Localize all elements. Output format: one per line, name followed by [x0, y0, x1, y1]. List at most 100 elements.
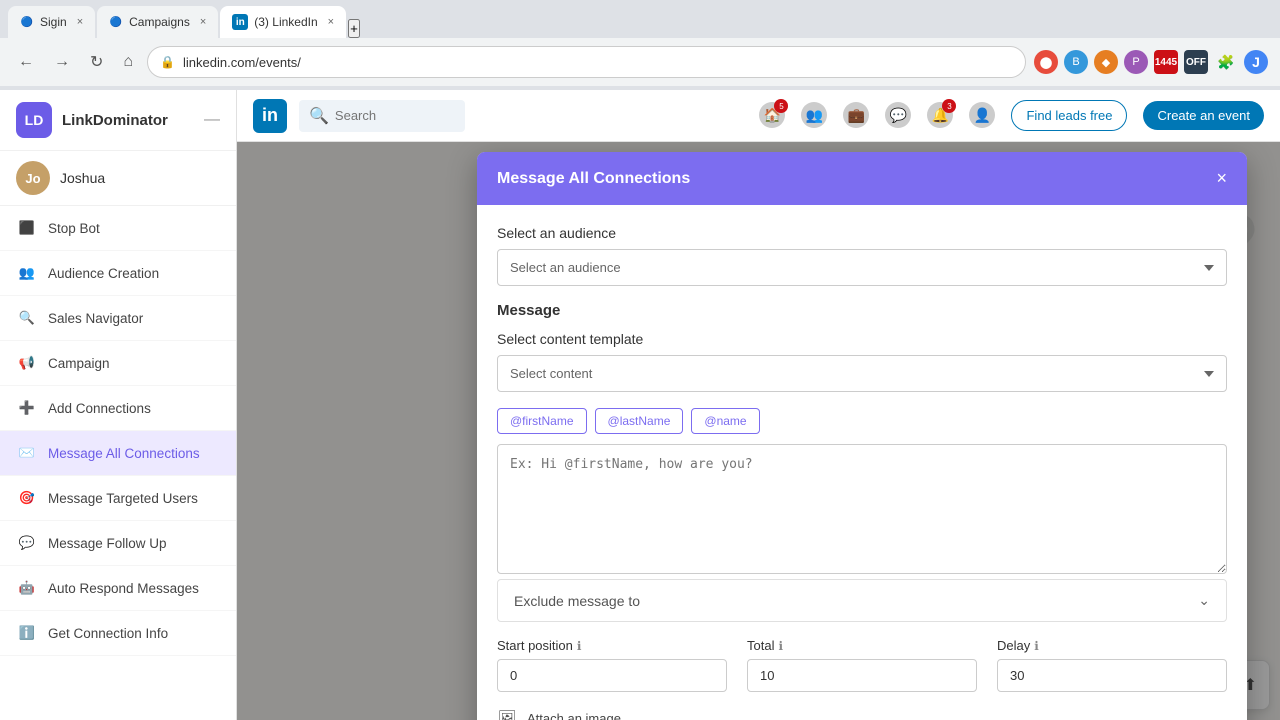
sidebar-item-sales-navigator[interactable]: 🔍 Sales Navigator: [0, 296, 236, 341]
audience-creation-icon: 👥: [16, 262, 38, 284]
sidebar-item-add-connections[interactable]: ➕ Add Connections: [0, 386, 236, 431]
li-nav-icon-profile[interactable]: 👤: [969, 102, 995, 129]
attach-section: 🖼 Attach an image 📄 Attach a file: [497, 708, 1227, 720]
stop-bot-icon: ⬛: [16, 217, 38, 239]
linkedin-nav-icons: 🏠 5 👥 💼 💬: [759, 100, 1264, 131]
auto-respond-messages-icon: 🤖: [16, 577, 38, 599]
message-section: Message Select content template Select c…: [497, 302, 1227, 392]
refresh-button[interactable]: ↻: [84, 48, 109, 76]
tab-label-sigin: Sigin: [40, 15, 67, 29]
get-connection-info-icon: ℹ️: [16, 622, 38, 644]
sidebar-item-get-connection-info[interactable]: ℹ️ Get Connection Info: [0, 611, 236, 656]
sidebar-item-auto-respond-messages[interactable]: 🤖 Auto Respond Messages: [0, 566, 236, 611]
sidebar-item-campaign[interactable]: 📢 Campaign: [0, 341, 236, 386]
sales-navigator-icon: 🔍: [16, 307, 38, 329]
sidebar-item-sales-navigator-label: Sales Navigator: [48, 311, 143, 326]
ext-icon-6[interactable]: OFF: [1184, 50, 1208, 74]
modal-close-button[interactable]: ×: [1216, 168, 1227, 189]
sidebar-item-message-all-connections[interactable]: ✉️ Message All Connections: [0, 431, 236, 476]
tag-buttons-container: @firstName @lastName @name: [497, 408, 1227, 434]
exclude-section[interactable]: Exclude message to ⌄: [497, 579, 1227, 622]
li-nav-icon-people[interactable]: 👥: [801, 102, 827, 129]
search-input[interactable]: [335, 108, 455, 123]
sidebar: LD LinkDominator — Jo Joshua ⬛ Stop Bot …: [0, 90, 237, 720]
modal-title: Message All Connections: [497, 170, 690, 188]
tab-favicon-campaigns: 🔵: [109, 15, 123, 29]
message-textarea[interactable]: [497, 444, 1227, 574]
browser-toolbar: ← → ↻ ⌂ 🔒 ⬤ B ◆ P 1445 OFF 🧩 J: [0, 38, 1280, 86]
find-leads-button[interactable]: Find leads free: [1011, 100, 1127, 131]
ext-icon-5[interactable]: 1445: [1154, 50, 1178, 74]
sidebar-logo: LD: [16, 102, 52, 138]
total-field: Total ℹ: [747, 638, 977, 692]
sidebar-item-message-all-connections-label: Message All Connections: [48, 446, 200, 461]
browser-tabs: 🔵 Sigin × 🔵 Campaigns × in (3) LinkedIn …: [0, 0, 1280, 38]
tab-close-sigin[interactable]: ×: [77, 16, 83, 28]
forward-button[interactable]: →: [48, 49, 76, 75]
modal-header: Message All Connections ×: [477, 152, 1247, 205]
sidebar-item-auto-respond-messages-label: Auto Respond Messages: [48, 581, 199, 596]
ext-icon-1[interactable]: ⬤: [1034, 50, 1058, 74]
attach-image-item[interactable]: 🖼 Attach an image: [497, 708, 1227, 720]
attach-image-label: Attach an image: [527, 711, 621, 720]
sidebar-item-message-follow-up[interactable]: 💬 Message Follow Up: [0, 521, 236, 566]
sidebar-header: LD LinkDominator —: [0, 90, 236, 151]
sidebar-item-stop-bot[interactable]: ⬛ Stop Bot: [0, 206, 236, 251]
li-nav-icon-chat[interactable]: 💬: [885, 102, 911, 129]
tab-close-linkedin[interactable]: ×: [328, 16, 334, 28]
start-position-input[interactable]: [497, 659, 727, 692]
tab-linkedin[interactable]: in (3) LinkedIn ×: [220, 6, 346, 38]
user-section: Jo Joshua: [0, 151, 236, 206]
new-tab-button[interactable]: +: [348, 19, 360, 38]
sidebar-item-audience-creation[interactable]: 👥 Audience Creation: [0, 251, 236, 296]
ext-icon-4[interactable]: P: [1124, 50, 1148, 74]
tab-sigin[interactable]: 🔵 Sigin ×: [8, 6, 95, 38]
exclude-label: Exclude message to: [514, 593, 640, 609]
ext-icon-3[interactable]: ◆: [1094, 50, 1118, 74]
total-input[interactable]: [747, 659, 977, 692]
tab-label-linkedin: (3) LinkedIn: [254, 15, 317, 29]
audience-select-wrapper: Select an audience: [497, 249, 1227, 286]
tag-name-button[interactable]: @name: [691, 408, 759, 434]
exclude-chevron-icon: ⌄: [1198, 592, 1210, 609]
audience-select[interactable]: Select an audience: [497, 249, 1227, 286]
delay-input[interactable]: [997, 659, 1227, 692]
sidebar-collapse-button[interactable]: —: [204, 111, 220, 129]
tag-lastname-button[interactable]: @lastName: [595, 408, 684, 434]
delay-label: Delay ℹ: [997, 638, 1227, 653]
profile-icon[interactable]: J: [1244, 50, 1268, 74]
user-name-label: Joshua: [60, 170, 105, 186]
user-avatar: Jo: [16, 161, 50, 195]
message-section-label: Message: [497, 302, 1227, 319]
tab-close-campaigns[interactable]: ×: [200, 16, 206, 28]
linkedin-body: N? Message All Connections × Select an a…: [237, 142, 1280, 720]
sidebar-item-message-targeted-users[interactable]: 🎯 Message Targeted Users: [0, 476, 236, 521]
toolbar-icons: ⬤ B ◆ P 1445 OFF 🧩 J: [1034, 50, 1268, 74]
tab-label-campaigns: Campaigns: [129, 15, 190, 29]
modal-message-all-connections: Message All Connections × Select an audi…: [477, 152, 1247, 720]
main-area: in 🔍 🏠 5 👥: [237, 90, 1280, 720]
li-nav-icon-notifications[interactable]: 🔔 3: [927, 102, 953, 129]
audience-label: Select an audience: [497, 225, 1227, 241]
back-button[interactable]: ←: [12, 49, 40, 75]
sidebar-item-audience-creation-label: Audience Creation: [48, 266, 159, 281]
linkedin-search[interactable]: 🔍: [299, 100, 465, 132]
tab-favicon-linkedin: in: [232, 14, 248, 30]
tab-favicon-sigin: 🔵: [20, 15, 34, 29]
address-bar[interactable]: 🔒: [147, 46, 1026, 78]
delay-info-icon: ℹ: [1034, 639, 1039, 653]
li-nav-icon-home[interactable]: 🏠 5: [759, 102, 785, 129]
home-button[interactable]: ⌂: [117, 49, 139, 75]
extensions-icon[interactable]: 🧩: [1214, 50, 1238, 74]
tag-firstname-button[interactable]: @firstName: [497, 408, 587, 434]
message-all-connections-icon: ✉️: [16, 442, 38, 464]
li-nav-icon-briefcase[interactable]: 💼: [843, 102, 869, 129]
sidebar-nav: ⬛ Stop Bot 👥 Audience Creation 🔍 Sales N…: [0, 206, 236, 656]
content-select[interactable]: Select content: [497, 355, 1227, 392]
sidebar-item-message-follow-up-label: Message Follow Up: [48, 536, 167, 551]
tab-campaigns[interactable]: 🔵 Campaigns ×: [97, 6, 218, 38]
address-input[interactable]: [183, 55, 1013, 70]
ext-icon-2[interactable]: B: [1064, 50, 1088, 74]
create-event-button[interactable]: Create an event: [1143, 101, 1264, 130]
start-position-label: Start position ℹ: [497, 638, 727, 653]
